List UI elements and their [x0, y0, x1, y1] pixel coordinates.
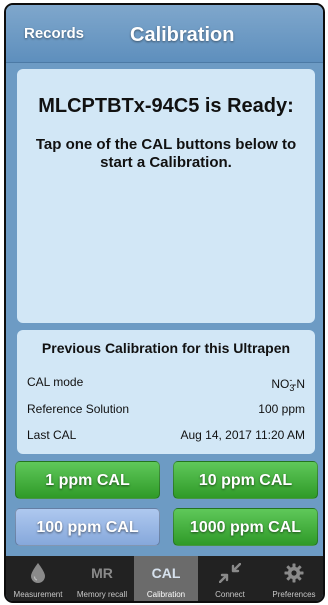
previous-calibration-title: Previous Calibration for this Ultrapen [41, 340, 291, 356]
cal-mode-formula: NO [271, 377, 290, 391]
tab-measurement[interactable]: Measurement [6, 556, 70, 601]
app-screen: Records Calibration MLCPTBTx-94C5 is Rea… [4, 3, 325, 603]
cal-mode-label: CAL mode [27, 375, 84, 389]
cal-100ppm-button[interactable]: 100 ppm CAL [15, 508, 160, 546]
reference-solution-label: Reference Solution [27, 402, 130, 416]
last-cal-row: Last CAL Aug 14, 2017 11:20 AM [27, 428, 305, 446]
reference-solution-row: Reference Solution 100 ppm [27, 402, 305, 420]
ready-status-instructions: Tap one of the CAL buttons below to star… [35, 136, 297, 171]
ready-status-card: MLCPTBTx-94C5 is Ready: Tap one of the C… [17, 69, 315, 323]
drop-icon [6, 562, 70, 584]
cal-mode-suffix: -N [292, 377, 305, 391]
cal-10ppm-button[interactable]: 10 ppm CAL [173, 461, 318, 499]
tab-preferences-label: Preferences [272, 590, 316, 599]
tab-preferences[interactable]: Preferences [262, 556, 323, 601]
tab-calibration[interactable]: CAL Calibration [134, 556, 198, 601]
records-link[interactable]: Records [24, 25, 84, 42]
tab-connect-label: Connect [215, 590, 245, 599]
reference-solution-value: 100 ppm [258, 402, 305, 416]
last-cal-label: Last CAL [27, 428, 77, 442]
previous-calibration-card: Previous Calibration for this Ultrapen C… [17, 330, 315, 454]
cal-mode-row: CAL mode NO3--N [27, 375, 305, 393]
navigation-bar: Records Calibration [6, 5, 323, 63]
gear-icon [262, 562, 323, 584]
mr-text-icon: MR [91, 565, 113, 581]
tab-connect[interactable]: Connect [198, 556, 262, 601]
ready-status-title: MLCPTBTx-94C5 is Ready: [38, 95, 294, 117]
tab-memory-recall[interactable]: MR Memory recall [70, 556, 134, 601]
cal-text-icon: CAL [151, 565, 181, 581]
tab-calibration-label: Calibration [146, 590, 186, 599]
connect-arrows-icon [198, 562, 262, 584]
tab-memory-recall-label: Memory recall [76, 590, 128, 599]
tab-measurement-label: Measurement [13, 590, 63, 599]
cal-1ppm-button[interactable]: 1 ppm CAL [15, 461, 160, 499]
tab-bar: Measurement MR Memory recall CAL Calibra… [6, 556, 323, 601]
cal-1000ppm-button[interactable]: 1000 ppm CAL [173, 508, 318, 546]
last-cal-value: Aug 14, 2017 11:20 AM [180, 428, 305, 442]
page-title: Calibration [130, 24, 235, 46]
cal-mode-value: NO3--N [271, 375, 305, 393]
